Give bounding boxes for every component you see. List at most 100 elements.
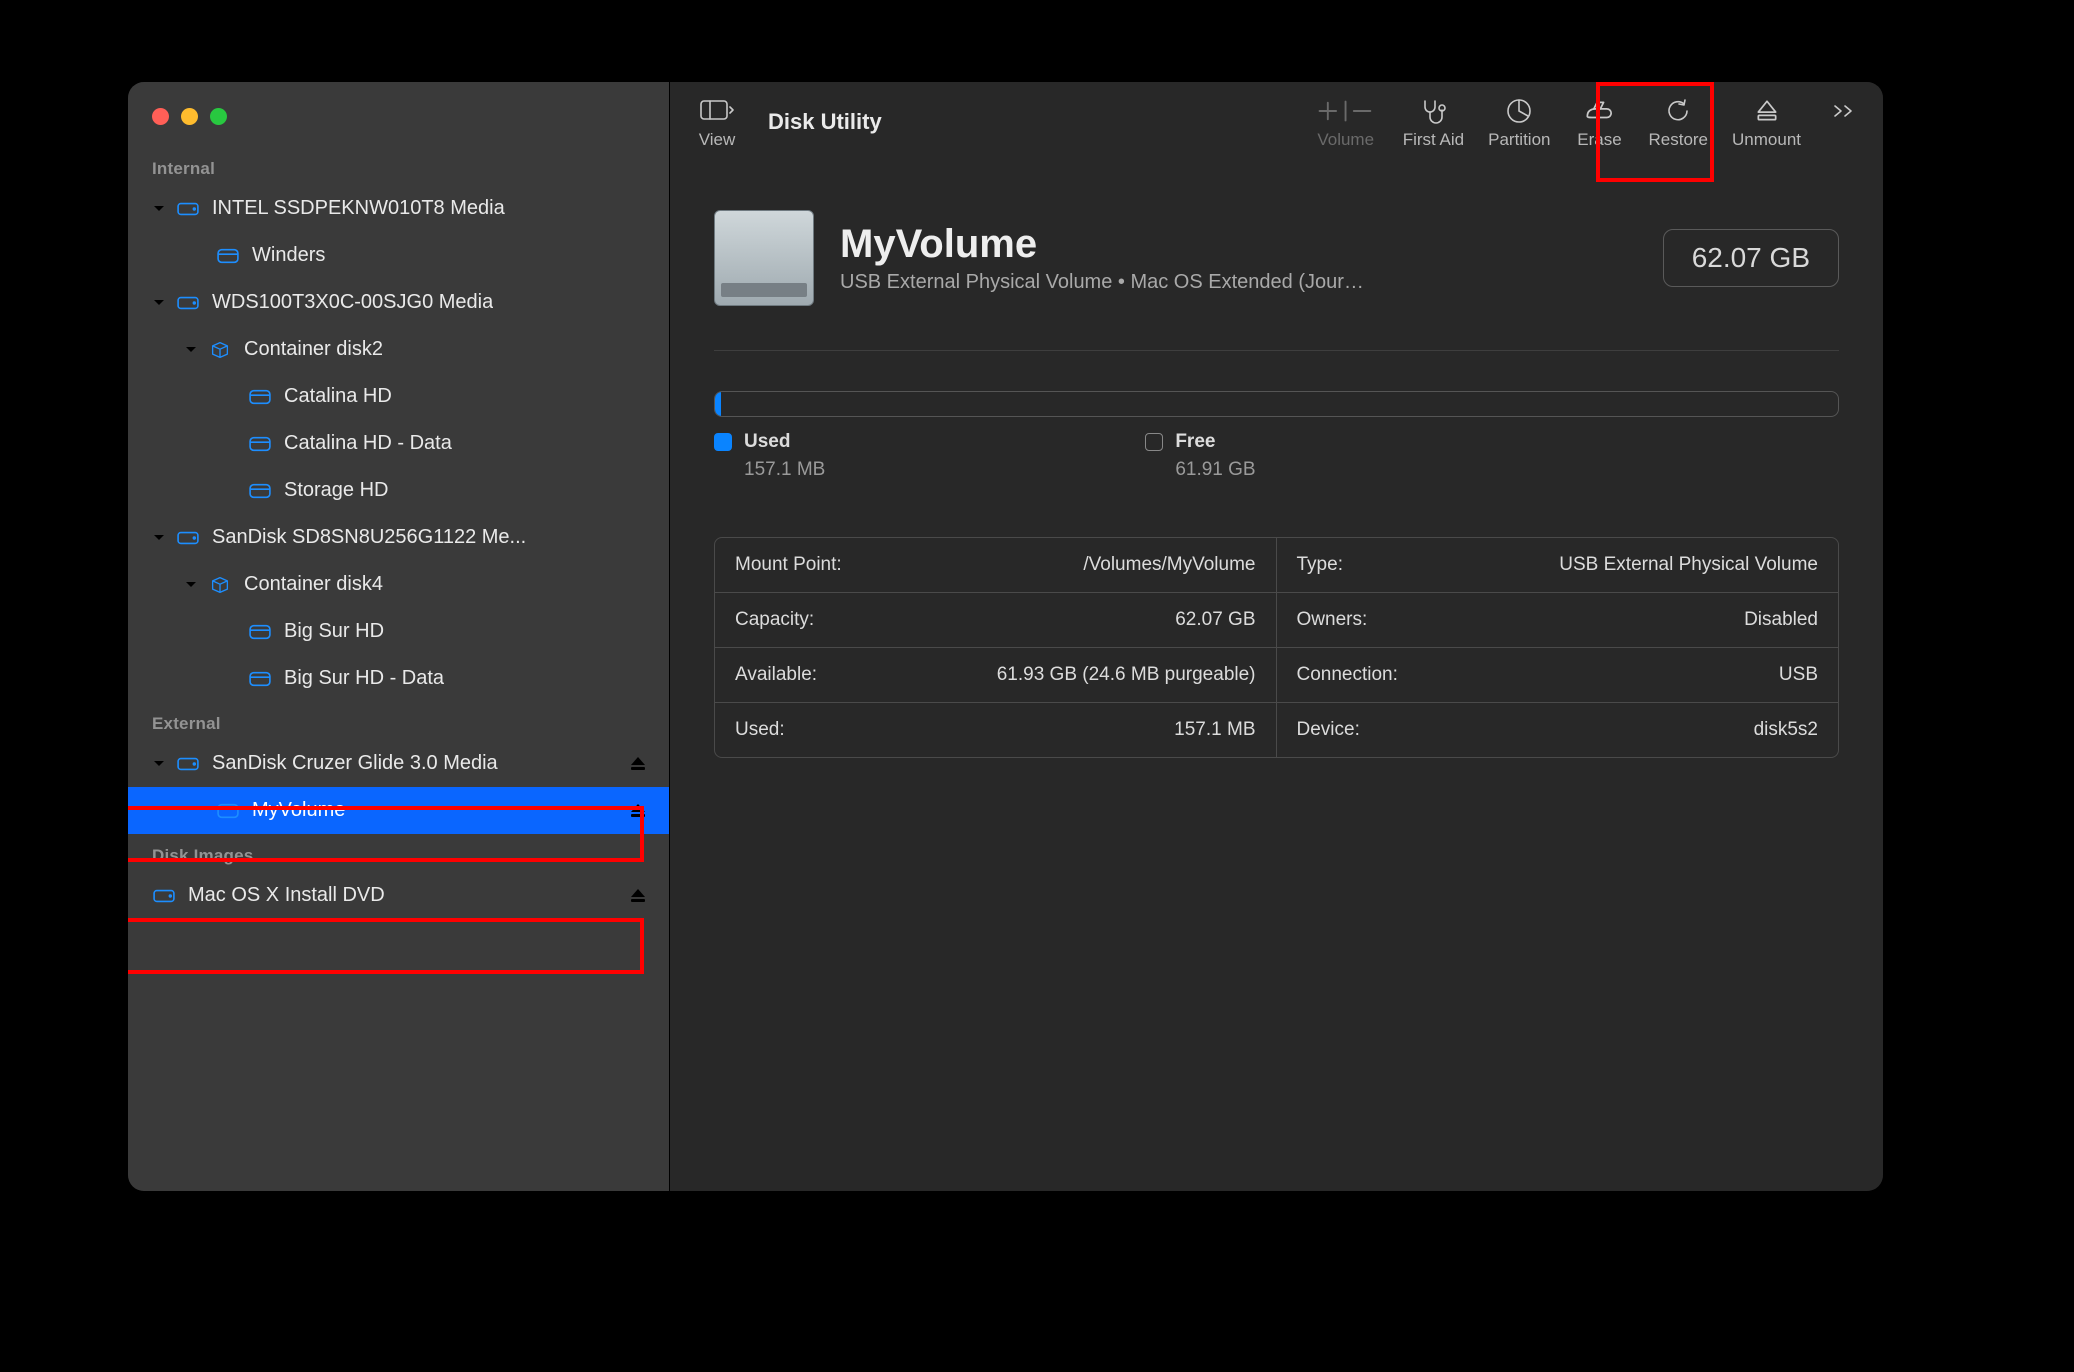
sidebar-item[interactable]: Storage HD xyxy=(128,467,669,514)
unmount-label: Unmount xyxy=(1732,130,1801,150)
first-aid-button[interactable]: First Aid xyxy=(1391,87,1476,157)
sidebar-item[interactable]: WDS100T3X0C-00SJG0 Media xyxy=(128,279,669,326)
free-label: Free xyxy=(1175,431,1215,453)
eject-icon[interactable] xyxy=(629,802,647,820)
volume-icon xyxy=(216,247,240,265)
sidebar-item-label: Container disk4 xyxy=(244,573,383,596)
details-value: 62.07 GB xyxy=(1175,609,1255,631)
details-table: Mount Point:/Volumes/MyVolume Capacity: 62… xyxy=(714,537,1839,758)
sidebar-item[interactable]: Mac OS X Install DVD xyxy=(128,872,669,919)
details-value: 61.93 GB (24.6 MB purgeable) xyxy=(997,664,1256,686)
sidebar-item[interactable]: Winders xyxy=(128,232,669,279)
details-value: 157.1 MB xyxy=(1174,719,1255,741)
restore-button[interactable]: Restore xyxy=(1636,87,1720,157)
volume-icon xyxy=(248,623,272,641)
view-label: View xyxy=(699,130,736,150)
used-swatch-icon xyxy=(714,433,732,451)
toolbar-overflow-button[interactable] xyxy=(1821,87,1867,157)
details-row: Device: disk5s2 xyxy=(1277,703,1839,757)
sidebar-item-label: MyVolume xyxy=(252,799,345,822)
toolbar: View Disk Utility Volume First Aid xyxy=(670,82,1883,162)
external-disk-icon xyxy=(714,210,814,306)
details-key: Capacity: xyxy=(735,609,814,631)
zoom-window-button[interactable] xyxy=(210,108,227,125)
details-value: USB xyxy=(1779,664,1818,686)
usage-bar-used-segment xyxy=(715,392,721,416)
sidebar-item[interactable]: SanDisk SD8SN8U256G1122 Me... xyxy=(128,514,669,561)
details-value: Disabled xyxy=(1744,609,1818,631)
plus-minus-icon xyxy=(1316,95,1375,127)
volume-icon xyxy=(248,482,272,500)
container-icon xyxy=(208,341,232,359)
disclosure-chevron-icon[interactable] xyxy=(152,531,166,545)
sidebar: Internal INTEL SSDPEKNW010T8 MediaWinder… xyxy=(128,82,670,1191)
minimize-window-button[interactable] xyxy=(181,108,198,125)
eject-icon[interactable] xyxy=(629,887,647,905)
details-row: Capacity: 62.07 GB xyxy=(715,593,1276,648)
sidebar-item[interactable]: SanDisk Cruzer Glide 3.0 Media xyxy=(128,740,669,787)
first-aid-label: First Aid xyxy=(1403,130,1464,150)
sidebar-item[interactable]: Big Sur HD xyxy=(128,608,669,655)
partition-button[interactable]: Partition xyxy=(1476,87,1562,157)
restore-icon xyxy=(1665,95,1691,127)
capacity-badge: 62.07 GB xyxy=(1663,229,1839,287)
details-key: Type: xyxy=(1297,554,1343,576)
sidebar-section-external: External xyxy=(128,702,669,740)
sidebar-item-label: SanDisk Cruzer Glide 3.0 Media xyxy=(212,752,498,775)
chevrons-right-icon xyxy=(1833,95,1855,127)
sidebar-item-label: Catalina HD - Data xyxy=(284,432,452,455)
details-key: Connection: xyxy=(1297,664,1398,686)
hard-disk-icon xyxy=(176,294,200,312)
sidebar-section-images: Disk Images xyxy=(128,834,669,872)
sidebar-item[interactable]: Container disk2 xyxy=(128,326,669,373)
sidebar-item-label: Catalina HD xyxy=(284,385,392,408)
details-row: Mount Point:/Volumes/MyVolume xyxy=(715,538,1276,593)
sidebar-item[interactable]: Big Sur HD - Data xyxy=(128,655,669,702)
unmount-button[interactable]: Unmount xyxy=(1720,87,1813,157)
eject-icon[interactable] xyxy=(629,755,647,773)
used-value: 157.1 MB xyxy=(744,459,825,481)
disclosure-chevron-icon[interactable] xyxy=(152,757,166,771)
erase-button[interactable]: Erase xyxy=(1562,87,1636,157)
disk-utility-window: Internal INTEL SSDPEKNW010T8 MediaWinder… xyxy=(128,82,1883,1191)
volume-add-remove-button: Volume xyxy=(1301,87,1391,157)
close-window-button[interactable] xyxy=(152,108,169,125)
stethoscope-icon xyxy=(1419,95,1447,127)
erase-icon xyxy=(1583,95,1616,127)
volume-icon xyxy=(248,435,272,453)
disclosure-chevron-icon[interactable] xyxy=(184,343,198,357)
sidebar-item-label: Big Sur HD - Data xyxy=(284,667,444,690)
sidebar-item[interactable]: Catalina HD - Data xyxy=(128,420,669,467)
details-row: Owners:Disabled xyxy=(1277,593,1839,648)
details-key: Device: xyxy=(1297,719,1360,741)
sidebar-item[interactable]: MyVolume xyxy=(128,787,669,834)
details-value: USB External Physical Volume xyxy=(1559,554,1818,576)
sidebar-item[interactable]: Catalina HD xyxy=(128,373,669,420)
disclosure-chevron-icon[interactable] xyxy=(152,296,166,310)
details-value: disk5s2 xyxy=(1754,719,1818,741)
usage-legend: Used 157.1 MB Free 61.91 GB xyxy=(714,431,1839,481)
sidebar-item[interactable]: INTEL SSDPEKNW010T8 Media xyxy=(128,185,669,232)
volume-header: MyVolume USB External Physical Volume • … xyxy=(670,162,1883,306)
divider xyxy=(714,350,1839,351)
volume-icon xyxy=(248,670,272,688)
sidebar-item-label: Big Sur HD xyxy=(284,620,384,643)
sidebar-item-label: Mac OS X Install DVD xyxy=(188,884,385,907)
sidebar-item-label: SanDisk SD8SN8U256G1122 Me... xyxy=(212,526,526,549)
eject-icon xyxy=(1754,95,1780,127)
sidebar-item-label: WDS100T3X0C-00SJG0 Media xyxy=(212,291,493,314)
details-key: Available: xyxy=(735,664,817,686)
partition-label: Partition xyxy=(1488,130,1550,150)
erase-label: Erase xyxy=(1577,130,1621,150)
usage-bar xyxy=(714,391,1839,417)
details-row: Used:157.1 MB xyxy=(715,703,1276,757)
sidebar-item-label: Winders xyxy=(252,244,325,267)
volume-label: Volume xyxy=(1317,130,1374,150)
disclosure-chevron-icon[interactable] xyxy=(184,578,198,592)
sidebar-item-label: Storage HD xyxy=(284,479,389,502)
window-title: Disk Utility xyxy=(768,109,882,135)
disclosure-chevron-icon[interactable] xyxy=(152,202,166,216)
sidebar-item[interactable]: Container disk4 xyxy=(128,561,669,608)
view-menu-button[interactable]: View xyxy=(680,87,754,157)
main-pane: View Disk Utility Volume First Aid xyxy=(670,82,1883,1191)
